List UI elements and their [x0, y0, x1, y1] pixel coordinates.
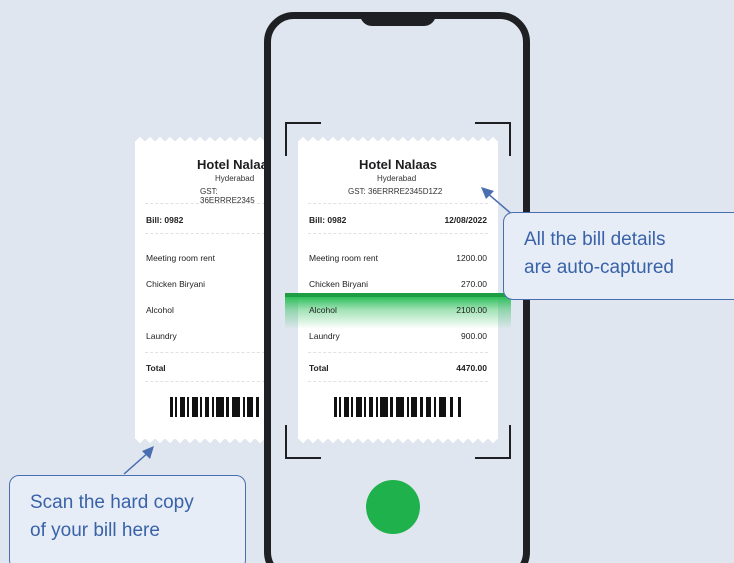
receipt-item: Laundry: [146, 331, 177, 341]
callout-line: All the bill details: [524, 229, 666, 250]
receipt-total-label: Total: [146, 363, 166, 373]
hard-copy-receipt: Hotel Nalaa Hyderabad GST: 36ERRRE2345 B…: [135, 135, 270, 445]
receipt-item: Alcohol: [146, 305, 174, 315]
receipt-divider: [145, 203, 270, 204]
barcode-icon: [170, 397, 259, 417]
callout-line: Scan the hard copy: [30, 492, 194, 513]
auto-captured-callout: All the bill details are auto-captured: [503, 212, 734, 300]
receipt-item-amount: 2100.00: [456, 305, 487, 315]
receipt-divider: [145, 352, 270, 353]
receipt-divider: [145, 233, 270, 234]
receipt-item: Chicken Biryani: [146, 279, 206, 289]
camera-shutter-icon[interactable]: [366, 480, 420, 534]
receipt-item-name: Alcohol: [309, 305, 337, 315]
receipt-zigzag-top: [135, 135, 270, 141]
callout-line: of your bill here: [30, 520, 160, 541]
callout-line: are auto-captured: [524, 257, 674, 278]
receipt-bill-number: Bill: 0982: [146, 215, 184, 225]
receipt-item: Meeting room rent: [146, 253, 215, 263]
receipt-divider: [145, 381, 270, 382]
receipt-city: Hyderabad: [215, 174, 255, 183]
phone-notch: [360, 12, 436, 26]
receipt-hotel-name: Hotel Nalaa: [197, 157, 268, 172]
scan-hint-callout: Scan the hard copy of your bill here: [9, 475, 246, 563]
arrow-to-hard-copy-icon: [123, 446, 154, 475]
